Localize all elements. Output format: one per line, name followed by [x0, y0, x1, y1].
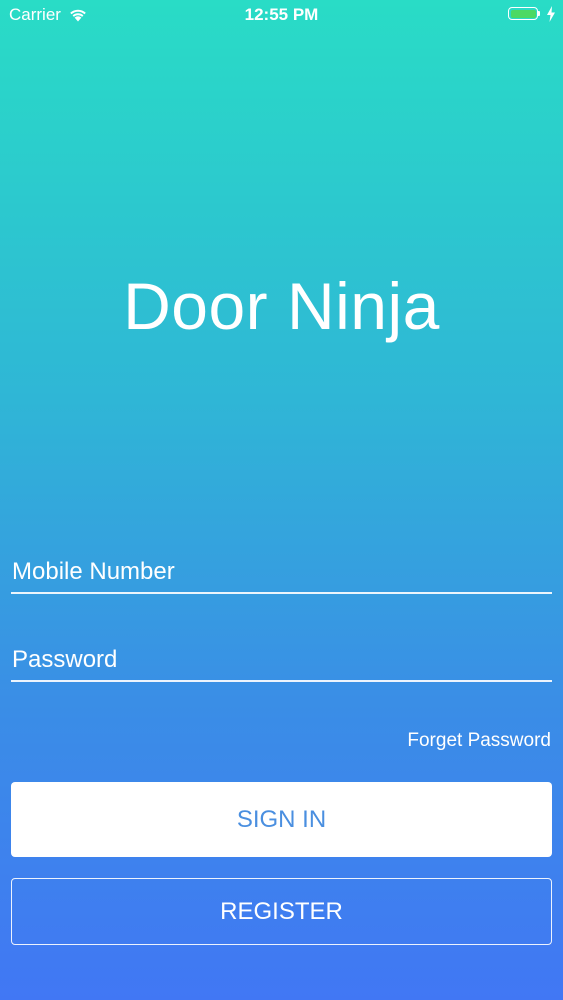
- mobile-number-field[interactable]: [11, 552, 552, 594]
- sign-in-button[interactable]: SIGN IN: [11, 782, 552, 857]
- password-field[interactable]: [11, 640, 552, 682]
- login-screen: Carrier 12:55 PM Door Ninja Forget Passw…: [0, 0, 563, 1000]
- battery-icon: [508, 7, 538, 20]
- password-input[interactable]: [11, 640, 552, 680]
- forgot-password-link[interactable]: Forget Password: [407, 730, 551, 752]
- mobile-number-input[interactable]: [11, 552, 552, 592]
- register-button[interactable]: REGISTER: [11, 878, 552, 945]
- status-bar: Carrier 12:55 PM: [0, 0, 563, 30]
- battery-level: [510, 9, 536, 18]
- charging-bolt-icon: [547, 6, 555, 22]
- clock: 12:55 PM: [244, 5, 319, 24]
- battery-tip: [538, 11, 540, 16]
- app-title: Door Ninja: [123, 269, 440, 343]
